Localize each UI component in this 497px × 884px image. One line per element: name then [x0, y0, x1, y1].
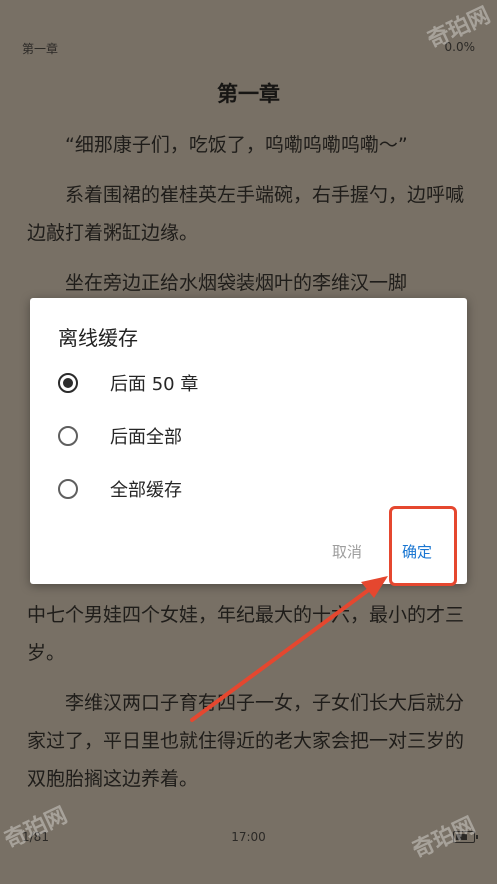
paragraph: 李维汉两口子育有四子一女，子女们长大后就分家过了，平日里也就住得近的老大家会把一…: [27, 692, 465, 790]
cancel-button[interactable]: 取消: [332, 541, 362, 562]
annotation-highlight-box: [389, 506, 457, 586]
option-label: 后面 50 章: [110, 374, 199, 395]
option-cache-all[interactable]: 全部缓存: [58, 474, 438, 510]
reader-text-top: “细那康子们，吃饭了，呜嘞呜嘞呜嘞～” 系着围裙的崔桂英左手端碗，右手握勺，边呼…: [27, 126, 472, 314]
radio-checked-icon[interactable]: [58, 373, 78, 393]
dialog-title: 离线缓存: [58, 326, 138, 350]
paragraph: “细那康子们，吃饭了，呜嘞呜嘞呜嘞～”: [65, 134, 408, 156]
reader-text-bottom: 中七个男娃四个女娃，年纪最大的十六，最小的才三岁。 李维汉两口子育有四子一女，子…: [27, 596, 472, 810]
paragraph: 坐在旁边正给水烟袋装烟叶的李维汉一脚: [65, 272, 408, 294]
paragraph: 中七个男娃四个女娃，年纪最大的十六，最小的才三岁。: [27, 604, 465, 664]
chapter-indicator: 第一章: [22, 42, 59, 56]
watermark-logo: 奇珀网: [408, 812, 480, 864]
option-label: 全部缓存: [110, 480, 182, 501]
option-all-following[interactable]: 后面全部: [58, 421, 438, 457]
clock: 17:00: [231, 830, 266, 844]
radio-unchecked-icon[interactable]: [58, 479, 78, 499]
chapter-title: 第一章: [217, 82, 280, 106]
option-label: 后面全部: [110, 427, 182, 448]
paragraph: 系着围裙的崔桂英左手端碗，右手握勺，边呼喊边敲打着粥缸边缘。: [27, 184, 465, 244]
radio-unchecked-icon[interactable]: [58, 426, 78, 446]
top-status-bar: 第一章 0.0%: [22, 40, 475, 60]
option-next-50[interactable]: 后面 50 章: [58, 368, 438, 404]
